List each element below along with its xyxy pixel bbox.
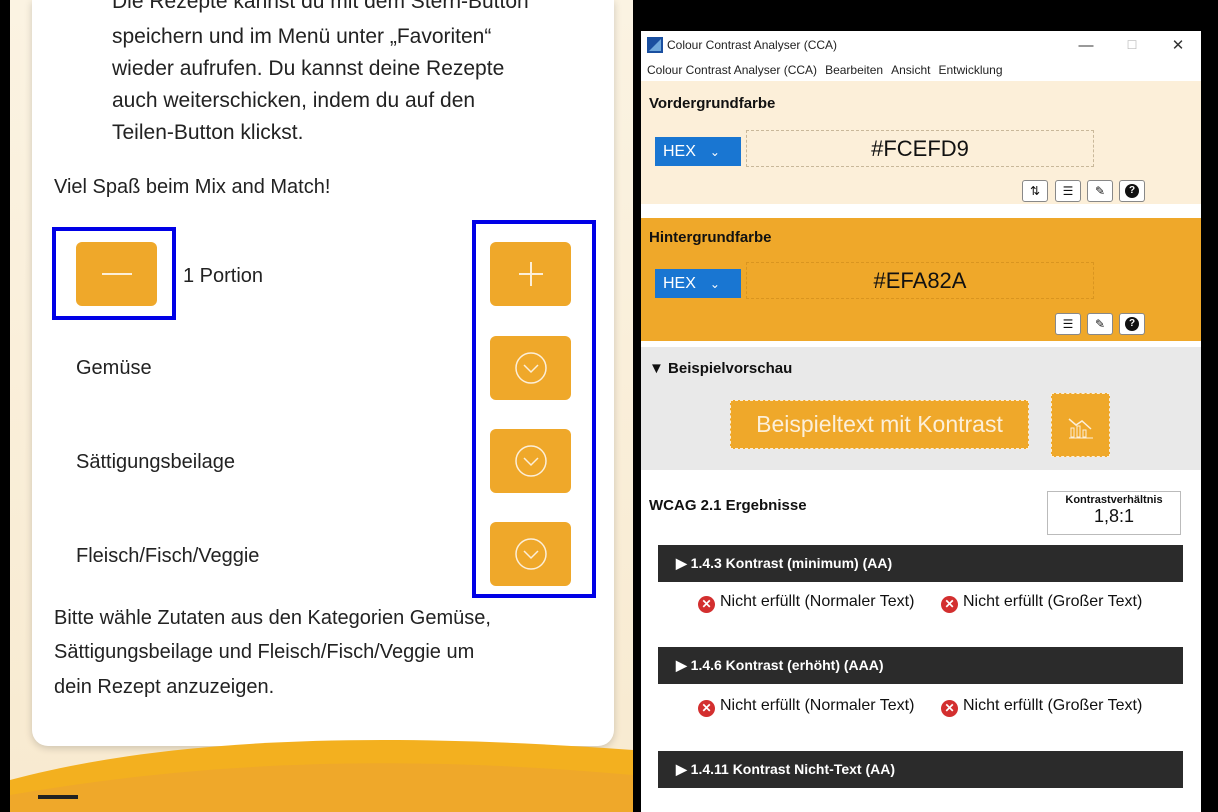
foreground-hex-input[interactable]: #FCEFD9 bbox=[746, 130, 1094, 167]
foreground-eyedropper-button[interactable]: ✎ bbox=[1087, 180, 1113, 202]
sample-text-preview: Beispieltext mit Kontrast bbox=[730, 400, 1029, 449]
hamburger-menu-icon[interactable] bbox=[38, 795, 78, 805]
menu-item-edit[interactable]: Bearbeiten bbox=[825, 63, 883, 77]
format-label: HEX bbox=[663, 142, 696, 160]
criterion-1-4-3-header[interactable]: ▶ 1.4.3 Kontrast (minimum) (AA) bbox=[658, 545, 1183, 582]
criterion-1-4-6-header[interactable]: ▶ 1.4.6 Kontrast (erhöht) (AAA) bbox=[658, 647, 1183, 684]
chart-preview-icon bbox=[1051, 393, 1110, 457]
chevron-down-icon: ⌄ bbox=[709, 276, 720, 291]
intro-text-line: Teilen-Button klickst. bbox=[112, 121, 304, 144]
intro-text-line: Die Rezepte kannst du mit dem Stern-Butt… bbox=[112, 0, 529, 13]
category-label-side-dish: Sättigungsbeilage bbox=[76, 451, 236, 473]
preview-title[interactable]: ▼ Beispielvorschau bbox=[649, 360, 792, 377]
criterion-1-4-11-header[interactable]: ▶ 1.4.11 Kontrast Nicht-Text (AA) bbox=[658, 751, 1183, 788]
menu-bar: Colour Contrast Analyser (CCA) Bearbeite… bbox=[641, 59, 1201, 81]
result-1-4-3-normal: ✕ Nicht erfüllt (Normaler Text) bbox=[698, 593, 928, 613]
chevron-down-icon: ⌄ bbox=[709, 144, 720, 159]
contrast-ratio-value: 1,8:1 bbox=[1093, 506, 1135, 526]
recipe-app-panel: Die Rezepte kannst du mit dem Stern-Butt… bbox=[10, 0, 633, 812]
background-format-select[interactable]: HEX ⌄ bbox=[655, 269, 741, 298]
help-icon: ? bbox=[1125, 184, 1139, 198]
expand-protein-button[interactable] bbox=[490, 522, 571, 586]
background-eyedropper-button[interactable]: ✎ bbox=[1087, 313, 1113, 335]
increase-portion-button[interactable] bbox=[490, 242, 571, 306]
hint-text-line: Bitte wähle Zutaten aus den Kategorien G… bbox=[54, 607, 491, 629]
minimize-button[interactable]: — bbox=[1063, 31, 1109, 59]
intro-text-line: speichern und im Menü unter „Favoriten“ bbox=[112, 25, 492, 48]
help-icon: ? bbox=[1125, 317, 1139, 331]
foreground-sliders-button[interactable]: ☰ bbox=[1055, 180, 1081, 202]
window-title: Colour Contrast Analyser (CCA) bbox=[667, 38, 838, 52]
intro-text-line: auch weiterschicken, indem du auf den bbox=[112, 89, 476, 112]
background-title: Hintergrundfarbe bbox=[649, 229, 772, 246]
expand-side-dish-button[interactable] bbox=[490, 429, 571, 493]
close-button[interactable]: ✕ bbox=[1155, 31, 1201, 59]
sliders-icon: ☰ bbox=[1062, 184, 1074, 198]
result-1-4-6-normal: ✕ Nicht erfüllt (Normaler Text) bbox=[698, 697, 928, 717]
minus-icon bbox=[101, 273, 132, 275]
portion-label: 1 Portion bbox=[183, 265, 264, 287]
fail-icon: ✕ bbox=[698, 596, 715, 613]
chevron-down-circle-icon bbox=[514, 445, 547, 477]
mix-and-match-text: Viel Spaß beim Mix and Match! bbox=[54, 176, 331, 198]
swap-colors-button[interactable]: ⇅ bbox=[1022, 180, 1048, 202]
contrast-ratio-label: Kontrastverhältnis bbox=[1065, 494, 1163, 506]
foreground-title: Vordergrundfarbe bbox=[649, 95, 776, 112]
eyedropper-icon: ✎ bbox=[1094, 317, 1106, 331]
menu-item-develop[interactable]: Entwicklung bbox=[938, 63, 1002, 77]
plus-icon bbox=[518, 262, 543, 286]
result-text: Nicht erfüllt (Normaler Text) bbox=[720, 593, 915, 610]
sliders-icon: ☰ bbox=[1062, 317, 1074, 331]
background-section: Hintergrundfarbe HEX ⌄ #EFA82A ☰ ✎ ? bbox=[641, 218, 1201, 341]
fail-icon: ✕ bbox=[941, 700, 958, 717]
foreground-help-button[interactable]: ? bbox=[1119, 180, 1145, 202]
decorative-wave bbox=[10, 740, 633, 812]
background-help-button[interactable]: ? bbox=[1119, 313, 1145, 335]
result-1-4-6-large: ✕ Nicht erfüllt (Großer Text) bbox=[941, 697, 1191, 717]
result-text: Nicht erfüllt (Großer Text) bbox=[963, 697, 1143, 714]
foreground-section: Vordergrundfarbe HEX ⌄ #FCEFD9 ⇅ ☰ ✎ ? bbox=[641, 81, 1201, 204]
intro-text-line: wieder aufrufen. Du kannst deine Rezepte bbox=[112, 57, 505, 80]
app-logo-icon bbox=[647, 37, 663, 53]
background-sliders-button[interactable]: ☰ bbox=[1055, 313, 1081, 335]
result-text: Nicht erfüllt (Normaler Text) bbox=[720, 697, 915, 714]
chevron-down-circle-icon bbox=[514, 352, 547, 384]
result-text: Nicht erfüllt (Großer Text) bbox=[963, 593, 1143, 610]
category-label-vegetables: Gemüse bbox=[76, 357, 152, 379]
eyedropper-icon: ✎ bbox=[1094, 184, 1106, 198]
format-label: HEX bbox=[663, 274, 696, 292]
foreground-format-select[interactable]: HEX ⌄ bbox=[655, 137, 741, 166]
cca-window: Colour Contrast Analyser (CCA) — ☐ ✕ Col… bbox=[641, 31, 1201, 812]
maximize-button[interactable]: ☐ bbox=[1109, 31, 1155, 59]
decrease-portion-button[interactable] bbox=[76, 242, 157, 306]
category-label-protein: Fleisch/Fisch/Veggie bbox=[76, 545, 260, 567]
chart-icon bbox=[1068, 418, 1093, 439]
wcag-title: WCAG 2.1 Ergebnisse bbox=[649, 497, 807, 514]
result-1-4-3-large: ✕ Nicht erfüllt (Großer Text) bbox=[941, 593, 1191, 613]
hint-text-line: dein Rezept anzuzeigen. bbox=[54, 676, 275, 698]
fail-icon: ✕ bbox=[698, 700, 715, 717]
recipe-card: Die Rezepte kannst du mit dem Stern-Butt… bbox=[32, 0, 614, 746]
swap-icon: ⇅ bbox=[1029, 184, 1041, 198]
menu-item-app[interactable]: Colour Contrast Analyser (CCA) bbox=[647, 63, 817, 77]
contrast-ratio-box: Kontrastverhältnis 1,8:1 bbox=[1047, 491, 1181, 535]
expand-vegetables-button[interactable] bbox=[490, 336, 571, 400]
preview-section: ▼ Beispielvorschau Beispieltext mit Kont… bbox=[641, 347, 1201, 470]
title-bar: Colour Contrast Analyser (CCA) — ☐ ✕ bbox=[641, 31, 1201, 59]
fail-icon: ✕ bbox=[941, 596, 958, 613]
background-hex-input[interactable]: #EFA82A bbox=[746, 262, 1094, 299]
menu-item-view[interactable]: Ansicht bbox=[891, 63, 930, 77]
chevron-down-circle-icon bbox=[514, 538, 547, 570]
hint-text-line: Sättigungsbeilage und Fleisch/Fisch/Vegg… bbox=[54, 641, 475, 663]
